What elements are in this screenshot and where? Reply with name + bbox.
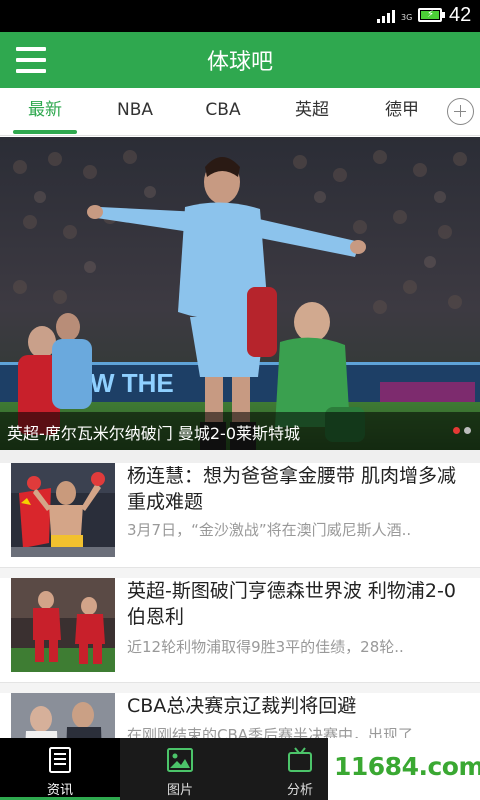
list-gap	[0, 568, 480, 578]
plus-circle-icon[interactable]	[447, 98, 474, 125]
app-bar: 体球吧	[0, 32, 480, 88]
tab-bundesliga[interactable]: 德甲	[370, 88, 434, 134]
app-screen: 3G ⚡ 42 体球吧 最新 NBA CBA 英超 德甲 W THE 英超-席尔…	[0, 0, 480, 800]
nav-label: 资讯	[46, 783, 73, 798]
tv-icon	[288, 747, 312, 772]
news-title: 英超-斯图破门亨德森世界波 利物浦2-0伯恩利	[127, 580, 456, 628]
svg-text:W THE: W THE	[90, 368, 174, 398]
carousel-dot-active[interactable]	[453, 427, 460, 434]
tab-premier-league[interactable]: 英超	[280, 88, 344, 134]
site-watermark: 11684.com	[328, 738, 480, 800]
banner-photo: W THE	[0, 137, 480, 450]
network-type: 3G	[401, 13, 413, 22]
status-time: 42	[449, 4, 472, 26]
news-summary: 3月7日，“金沙激战”将在澳门威尼斯人酒..	[127, 521, 412, 539]
status-bar: 3G ⚡ 42	[0, 0, 480, 32]
list-gap	[0, 683, 480, 693]
banner-caption: 英超-席尔瓦米尔纳破门 曼城2-0莱斯特城	[7, 424, 300, 443]
news-item[interactable]: CBA总决赛京辽裁判将回避 在刚刚结束的CBA季后赛半决赛中，出现了..	[0, 693, 480, 738]
signal-strength-icon	[377, 9, 399, 23]
nav-pictures[interactable]: 图片	[120, 738, 240, 800]
news-title: CBA总决赛京辽裁判将回避	[127, 695, 357, 717]
active-tab-indicator	[13, 130, 77, 134]
tab-latest[interactable]: 最新	[13, 88, 77, 134]
featured-banner[interactable]: W THE	[0, 137, 480, 450]
nav-news[interactable]: 资讯	[0, 738, 120, 800]
news-thumbnail	[11, 463, 115, 557]
news-document-icon	[49, 747, 71, 773]
banner-caption-bar: 英超-席尔瓦米尔纳破门 曼城2-0莱斯特城	[0, 412, 480, 450]
news-item[interactable]: 英超-斯图破门亨德森世界波 利物浦2-0伯恩利 近12轮利物浦取得9胜3平的佳绩…	[0, 578, 480, 682]
category-tabs: 最新 NBA CBA 英超 德甲	[0, 88, 480, 136]
carousel-dot[interactable]	[464, 427, 471, 434]
news-item[interactable]: 杨连慧：想为爸爸拿金腰带 肌肉增多减重成难题 3月7日，“金沙激战”将在澳门威尼…	[0, 463, 480, 567]
news-title: 杨连慧：想为爸爸拿金腰带 肌肉增多减重成难题	[127, 465, 457, 513]
app-title: 体球吧	[206, 50, 273, 75]
news-thumbnail	[11, 693, 115, 738]
watermark-text: 11684.com	[334, 752, 480, 781]
news-summary: 近12轮利物浦取得9胜3平的佳绩，28轮..	[127, 638, 404, 656]
list-top-gap	[0, 450, 480, 463]
news-thumbnail	[11, 578, 115, 672]
battery-icon: ⚡	[418, 8, 442, 22]
tab-cba[interactable]: CBA	[191, 88, 255, 134]
image-icon	[167, 748, 193, 772]
tab-nba[interactable]: NBA	[103, 88, 167, 134]
nav-label: 图片	[166, 783, 193, 798]
news-summary: 在刚刚结束的CBA季后赛半决赛中，出现了..	[127, 726, 423, 738]
